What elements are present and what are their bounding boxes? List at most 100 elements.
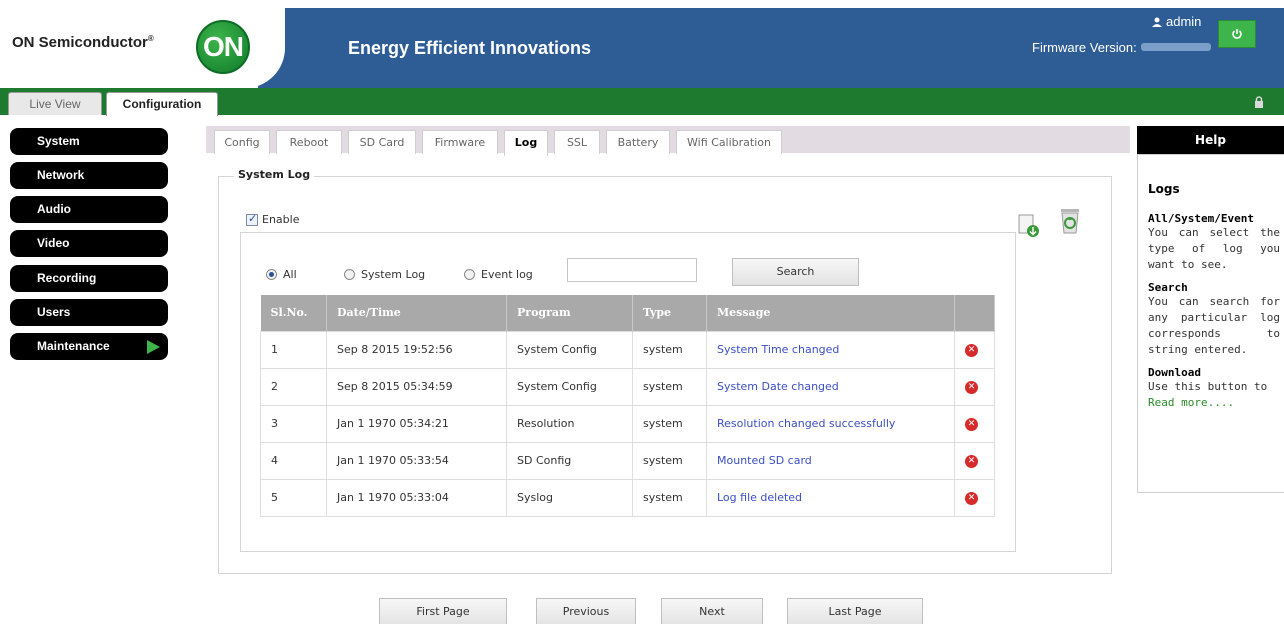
search-button[interactable]: Search <box>732 258 859 286</box>
cell-no: 1 <box>260 330 327 369</box>
delete-icon[interactable]: ✕ <box>965 492 978 505</box>
sidebar-item-system[interactable]: System <box>10 128 168 155</box>
cell-no: 5 <box>260 478 327 517</box>
cell-datetime: Sep 8 2015 19:52:56 <box>326 330 507 369</box>
radio-unselected[interactable] <box>464 269 475 280</box>
sidebar-item-label: Audio <box>37 202 71 216</box>
help-title: Logs <box>1148 182 1180 196</box>
user-icon <box>1152 17 1162 27</box>
filter-all[interactable]: All <box>266 268 297 281</box>
sidebar-item-users[interactable]: Users <box>10 299 168 326</box>
help-header: Help <box>1137 126 1284 154</box>
radio-unselected[interactable] <box>344 269 355 280</box>
help-heading: All/System/Event <box>1148 212 1254 225</box>
tab-live-view[interactable]: Live View <box>8 92 102 115</box>
username: admin <box>1166 14 1202 29</box>
tab-wifi-calibration[interactable]: Wifi Calibration <box>676 130 782 154</box>
user-menu[interactable]: admin <box>1152 14 1201 29</box>
cell-action: ✕ <box>954 367 995 406</box>
lock-icon[interactable] <box>1253 96 1265 108</box>
cell-type: system <box>632 478 707 517</box>
cell-program: SD Config <box>506 441 633 480</box>
table-header-row: Sl.No. Date/Time Program Type Message <box>260 295 995 331</box>
column-header-program: Program <box>506 295 633 331</box>
cell-datetime: Jan 1 1970 05:33:04 <box>326 478 507 517</box>
previous-button[interactable]: Previous <box>536 598 636 624</box>
table-row: 5 Jan 1 1970 05:33:04 Syslog system Log … <box>260 478 995 517</box>
firmware-value-redacted <box>1140 43 1211 51</box>
delete-icon[interactable]: ✕ <box>965 418 978 431</box>
app-root: ON Semiconductor® ON Energy Efficient In… <box>0 0 1284 624</box>
sidebar-item-recording[interactable]: Recording <box>10 265 168 292</box>
radio-selected[interactable] <box>266 269 277 280</box>
sidebar-item-maintenance[interactable]: Maintenance <box>10 333 168 360</box>
read-more-link[interactable]: Read more.... <box>1148 395 1280 411</box>
on-logo: ON <box>196 20 250 74</box>
sidebar-item-label: Network <box>37 168 85 182</box>
recycle-bin-icon[interactable] <box>1058 205 1082 235</box>
last-page-button[interactable]: Last Page <box>787 598 923 624</box>
cell-program: System Config <box>506 330 633 369</box>
cell-type: system <box>632 330 707 369</box>
sidebar-item-audio[interactable]: Audio <box>10 196 168 223</box>
arrow-right-icon <box>147 340 160 354</box>
logout-button[interactable] <box>1218 20 1256 48</box>
delete-icon[interactable]: ✕ <box>965 455 978 468</box>
sidebar-item-label: Video <box>37 236 70 250</box>
help-heading: Search <box>1148 281 1188 294</box>
log-table: Sl.No. Date/Time Program Type Message 1 … <box>260 295 995 517</box>
next-button[interactable]: Next <box>661 598 763 624</box>
filter-event-log-label: Event log <box>481 268 533 281</box>
cell-program: System Config <box>506 367 633 406</box>
cell-message: Resolution changed successfully <box>706 404 955 443</box>
tab-log[interactable]: Log <box>504 130 548 156</box>
filter-system-log-label: System Log <box>361 268 426 281</box>
cell-no: 2 <box>260 367 327 406</box>
cell-action: ✕ <box>954 478 995 517</box>
help-text: Use this button to <box>1148 380 1268 393</box>
tab-firmware[interactable]: Firmware <box>422 130 498 154</box>
tab-ssl[interactable]: SSL <box>554 130 600 154</box>
cell-no: 3 <box>260 404 327 443</box>
filter-event-log[interactable]: Event log <box>464 268 533 281</box>
checkbox-checked[interactable] <box>246 212 258 226</box>
table-row: 4 Jan 1 1970 05:33:54 SD Config system M… <box>260 441 995 480</box>
header: ON Semiconductor® ON Energy Efficient In… <box>0 0 1284 90</box>
cell-action: ✕ <box>954 404 995 443</box>
filter-system-log[interactable]: System Log <box>344 268 425 281</box>
column-header-action <box>954 295 995 331</box>
cell-datetime: Sep 8 2015 05:34:59 <box>326 367 507 406</box>
help-text: You can search for any particular log co… <box>1148 295 1280 356</box>
cell-type: system <box>632 404 707 443</box>
search-input[interactable] <box>567 258 697 282</box>
sidebar-item-label: Maintenance <box>37 339 110 353</box>
cell-action: ✕ <box>954 441 995 480</box>
delete-icon[interactable]: ✕ <box>965 381 978 394</box>
cell-no: 4 <box>260 441 327 480</box>
column-header-type: Type <box>632 295 707 331</box>
enable-checkbox[interactable]: Enable <box>246 212 300 226</box>
download-icon[interactable] <box>1018 214 1040 238</box>
cell-program: Resolution <box>506 404 633 443</box>
help-panel: Logs All/System/Event You can select the… <box>1137 154 1284 493</box>
cell-datetime: Jan 1 1970 05:34:21 <box>326 404 507 443</box>
fieldset-legend: System Log <box>234 168 315 181</box>
first-page-button[interactable]: First Page <box>379 598 507 624</box>
column-header-datetime: Date/Time <box>326 295 507 331</box>
cell-message: Mounted SD card <box>706 441 955 480</box>
delete-icon[interactable]: ✕ <box>965 344 978 357</box>
cell-message: Log file deleted <box>706 478 955 517</box>
cell-datetime: Jan 1 1970 05:33:54 <box>326 441 507 480</box>
cell-message: System Date changed <box>706 367 955 406</box>
tab-battery[interactable]: Battery <box>606 130 670 154</box>
table-row: 1 Sep 8 2015 19:52:56 System Config syst… <box>260 330 995 369</box>
tab-sd-card[interactable]: SD Card <box>348 130 416 154</box>
help-heading: Download <box>1148 366 1201 379</box>
tab-configuration[interactable]: Configuration <box>106 92 218 116</box>
tab-reboot[interactable]: Reboot <box>276 130 342 154</box>
firmware-version: Firmware Version: <box>1032 40 1211 55</box>
sidebar-item-network[interactable]: Network <box>10 162 168 189</box>
sidebar-item-video[interactable]: Video <box>10 230 168 257</box>
enable-label: Enable <box>262 213 300 226</box>
tab-config[interactable]: Config <box>214 130 270 154</box>
